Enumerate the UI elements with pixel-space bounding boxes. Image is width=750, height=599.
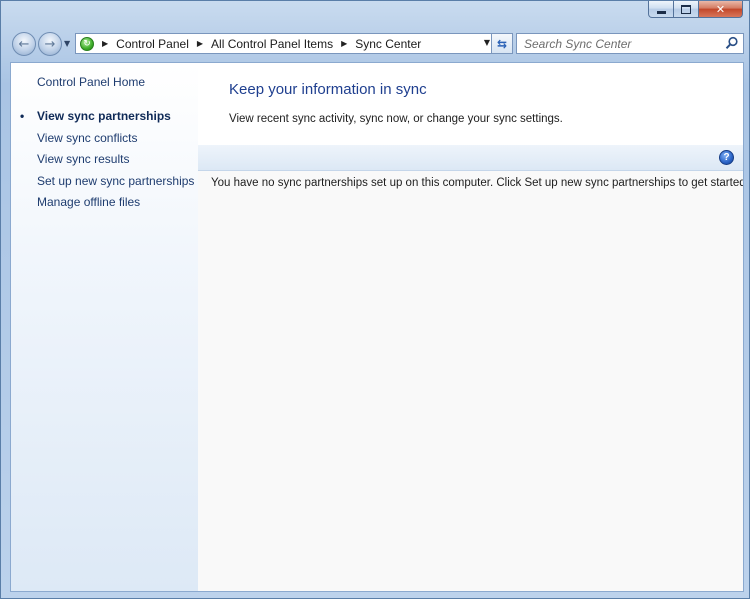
command-strip: ? [198,145,743,171]
sidebar-item-label[interactable]: Manage offline files [37,195,140,209]
sync-center-window: ✕ ← → ▼ ↻ ▶ Control Panel ▶ All Control … [0,0,750,599]
breadcrumb-sync-center[interactable]: Sync Center [355,37,421,51]
breadcrumb-control-panel[interactable]: Control Panel [116,37,189,51]
page-title: Keep your information in sync [229,81,427,98]
main-pane: Keep your information in sync View recen… [198,63,743,591]
sidebar-item-view-sync-partnerships[interactable]: • View sync partnerships [20,109,194,131]
breadcrumb-separator-icon[interactable]: ▶ [197,39,203,48]
sidebar-item-label[interactable]: Set up new sync partnerships [37,174,194,188]
sidebar-item-set-up-new-sync-partnerships[interactable]: Set up new sync partnerships [37,174,194,196]
task-list: • View sync partnerships View sync confl… [20,109,194,217]
minimize-icon [656,10,666,14]
sidebar-item-view-sync-results[interactable]: View sync results [37,152,194,174]
search-input[interactable] [517,34,724,53]
navigation-bar: ← → ▼ ↻ ▶ Control Panel ▶ All Control Pa… [9,31,744,57]
minimize-button[interactable] [648,1,674,18]
empty-partnerships-message: You have no sync partnerships set up on … [211,177,744,189]
sidebar-item-label[interactable]: View sync conflicts [37,131,137,145]
sidebar-item-label[interactable]: View sync partnerships [37,109,171,123]
close-icon: ✕ [715,2,726,16]
current-page-bullet-icon: • [20,109,25,123]
breadcrumb-separator-icon[interactable]: ▶ [341,39,347,48]
control-panel-home-link[interactable]: Control Panel Home [37,75,145,89]
title-bar: ✕ [1,1,749,25]
search-box[interactable] [516,33,744,54]
breadcrumb-all-items[interactable]: All Control Panel Items [211,37,333,51]
refresh-icon: ⇆ [496,36,508,51]
close-button[interactable]: ✕ [699,1,743,18]
control-panel-icon: ↻ [80,36,94,51]
caption-buttons: ✕ [648,1,743,18]
sidebar-item-manage-offline-files[interactable]: Manage offline files [37,195,194,217]
forward-arrow-icon: → [44,36,56,52]
back-arrow-icon: ← [18,36,30,52]
help-icon[interactable]: ? [719,150,734,165]
maximize-icon [681,4,691,14]
task-pane: Control Panel Home • View sync partnersh… [11,63,198,591]
sidebar-item-label[interactable]: View sync results [37,152,129,166]
content-area: Control Panel Home • View sync partnersh… [10,62,744,592]
address-bar[interactable]: ↻ ▶ Control Panel ▶ All Control Panel It… [75,33,513,54]
recent-pages-dropdown[interactable]: ▼ [64,39,70,48]
maximize-button[interactable] [674,1,699,18]
page-header: Keep your information in sync View recen… [198,63,743,145]
search-icon[interactable] [725,36,739,50]
sidebar-item-view-sync-conflicts[interactable]: View sync conflicts [37,131,194,153]
breadcrumb-separator-icon[interactable]: ▶ [102,39,108,48]
back-button[interactable]: ← [12,32,36,56]
refresh-button[interactable]: ⇆ [491,33,513,54]
forward-button[interactable]: → [38,32,62,56]
address-dropdown-icon[interactable]: ▼ [484,38,490,47]
page-description: View recent sync activity, sync now, or … [229,113,563,125]
